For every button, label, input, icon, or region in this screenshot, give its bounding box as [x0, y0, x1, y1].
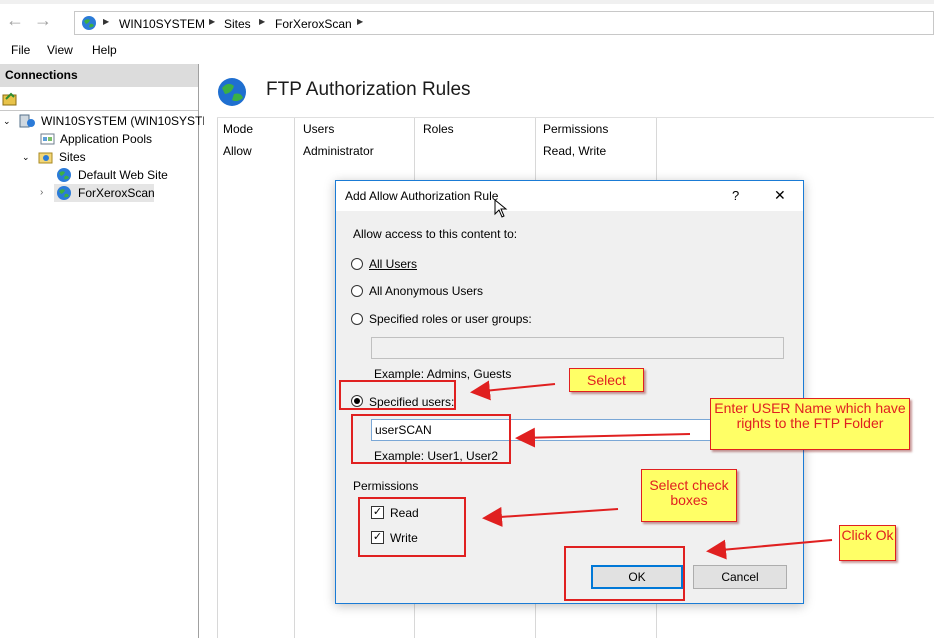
roles-example: Example: Admins, Guests	[374, 367, 512, 381]
radio-all-anonymous[interactable]	[351, 285, 363, 297]
page-title: FTP Authorization Rules	[266, 79, 471, 100]
column-divider	[217, 118, 218, 638]
highlight-specified-users	[339, 380, 456, 410]
note-enter-user: Enter USER Name which have rights to the…	[710, 398, 910, 450]
menu-help[interactable]: Help	[92, 43, 117, 57]
connect-icon[interactable]	[2, 91, 17, 106]
highlight-username-field	[351, 414, 511, 464]
tree-label-sites: Sites	[59, 150, 86, 164]
all-users-label[interactable]: All Users	[369, 257, 417, 271]
roles-input[interactable]	[371, 337, 784, 359]
tree-label-default-site: Default Web Site	[78, 168, 168, 182]
chevron-down-icon[interactable]: ⌄	[3, 112, 11, 130]
sites-icon	[38, 152, 53, 164]
highlight-ok-button	[564, 546, 685, 601]
address-bar[interactable]: ▶ WIN10SYSTEM ▶ Sites ▶ ForXeroxScan ▶	[74, 11, 934, 35]
connections-panel: Connections ⌄ WIN10SYSTEM (WIN10SYSTEM A…	[0, 64, 220, 638]
close-icon[interactable]: ✕	[774, 187, 786, 204]
globe-icon	[57, 168, 71, 182]
mouse-cursor-icon	[494, 199, 508, 218]
tree-label-app-pools: Application Pools	[60, 132, 153, 146]
column-header-permissions[interactable]: Permissions	[543, 122, 608, 136]
help-icon[interactable]: ?	[732, 188, 739, 203]
application-pools-icon	[40, 133, 55, 145]
tree-label-server: WIN10SYSTEM (WIN10SYSTEM	[41, 114, 221, 128]
globe-icon	[57, 186, 71, 200]
specified-roles-label[interactable]: Specified roles or user groups:	[369, 312, 532, 326]
breadcrumb-separator: ▶	[259, 17, 266, 26]
note-select-checkboxes: Select check boxes	[641, 469, 737, 522]
column-header-roles[interactable]: Roles	[423, 122, 454, 136]
breadcrumb-server[interactable]: WIN10SYSTEM	[119, 17, 205, 31]
column-header-users[interactable]: Users	[303, 122, 334, 136]
forward-arrow-icon[interactable]: →	[32, 10, 54, 32]
note-click-ok: Click Ok	[839, 525, 896, 561]
cancel-button[interactable]: Cancel	[693, 565, 787, 589]
row-users[interactable]: Administrator	[303, 144, 374, 158]
highlight-permission-checkboxes	[358, 497, 466, 557]
globe-icon	[82, 16, 96, 30]
breadcrumb-sites[interactable]: Sites	[224, 17, 251, 31]
dialog-title-bar: Add Allow Authorization Rule ? ✕	[336, 181, 803, 211]
back-arrow-icon[interactable]: ←	[4, 10, 26, 32]
breadcrumb-site[interactable]: ForXeroxScan	[275, 17, 352, 31]
tree-node-selected-site[interactable]: › ForXeroxScan	[40, 184, 155, 202]
dialog-title: Add Allow Authorization Rule	[345, 189, 499, 203]
chevron-right-icon[interactable]: ›	[40, 184, 43, 202]
all-anonymous-label[interactable]: All Anonymous Users	[369, 284, 483, 298]
column-divider	[294, 118, 295, 638]
breadcrumb-separator: ▶	[103, 17, 110, 26]
radio-specified-roles[interactable]	[351, 313, 363, 325]
server-icon	[19, 114, 35, 128]
breadcrumb-separator: ▶	[209, 17, 216, 26]
connections-header: Connections	[0, 64, 198, 87]
chevron-down-icon[interactable]: ⌄	[22, 148, 30, 166]
menu-bar: File View Help	[0, 38, 934, 62]
allow-access-label: Allow access to this content to:	[353, 227, 518, 241]
connections-toolbar	[0, 87, 198, 111]
radio-all-users[interactable]	[351, 258, 363, 270]
row-mode[interactable]: Allow	[223, 144, 252, 158]
menu-file[interactable]: File	[11, 43, 30, 57]
address-row: ← → ▶ WIN10SYSTEM ▶ Sites ▶ ForXeroxScan…	[0, 4, 934, 37]
column-header-mode[interactable]: Mode	[223, 122, 253, 136]
menu-view[interactable]: View	[47, 43, 73, 57]
permissions-label: Permissions	[353, 479, 419, 493]
note-select: Select	[569, 368, 644, 392]
tree-label-selected-site: ForXeroxScan	[78, 186, 155, 200]
globe-icon	[218, 78, 246, 106]
header-divider	[217, 117, 934, 118]
breadcrumb-separator: ▶	[357, 17, 364, 26]
row-permissions[interactable]: Read, Write	[543, 144, 606, 158]
